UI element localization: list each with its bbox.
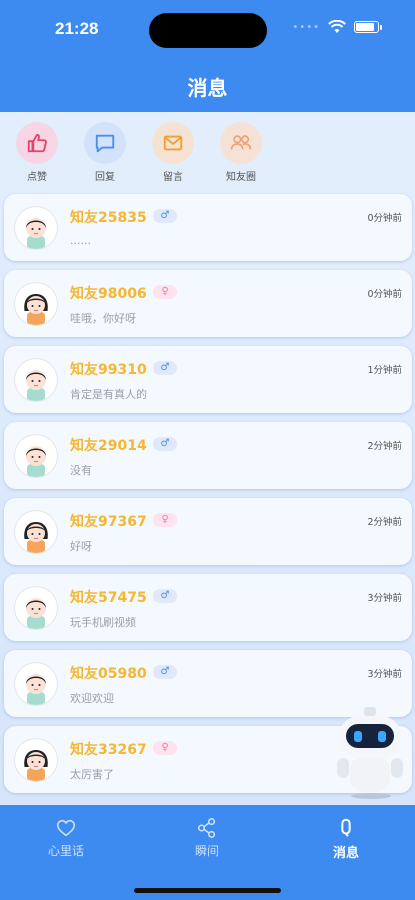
tab-messages[interactable]: 消息 [311,817,381,861]
user-name: 知友29014 [70,438,147,454]
page-title: 消息 [187,76,228,100]
male-icon: ♂ [153,437,177,451]
user-name: 知友33267 [70,742,147,758]
message-preview: 肯定是有真人的 [70,388,147,401]
message-item[interactable]: 知友97367 ♀ 2分钟前 好呀 [4,498,412,565]
user-name: 知友99310 [70,362,147,378]
category-label: 知友圈 [226,172,256,183]
tab-bar: 心里话 瞬间 消息 [0,805,415,900]
avatar[interactable] [15,435,57,477]
message-item[interactable]: 知友98006 ♀ 0分钟前 哇哦，你好呀 [4,270,412,337]
message-page: 点赞 回复 留言 知友圈 知友25835 ♂ 0分钟前 ...... 知友980… [0,112,415,805]
message-time: 3分钟前 [367,669,402,680]
user-name: 知友98006 [70,286,147,302]
dynamic-island [149,13,267,48]
female-icon: ♀ [153,285,177,299]
tab-label: 消息 [332,846,359,861]
avatar[interactable] [15,511,57,553]
message-time: 0分钟前 [367,213,402,224]
user-name: 知友97367 [70,514,147,530]
message-preview: 欢迎欢迎 [70,692,114,705]
message-item[interactable]: 知友99310 ♂ 1分钟前 肯定是有真人的 [4,346,412,413]
avatar[interactable] [15,359,57,401]
user-name: 知友25835 [70,210,147,226]
user-name: 知友05980 [70,666,147,682]
message-preview: 玩手机刷视频 [70,616,136,629]
signal-icon: •••• [292,21,320,33]
wifi-icon [328,20,346,33]
message-item[interactable]: 知友29014 ♂ 2分钟前 没有 [4,422,412,489]
male-icon: ♂ [153,589,177,603]
message-preview: ...... [70,234,91,247]
share-icon [197,818,216,838]
category-label: 留言 [163,172,183,183]
header-bar: 21:28 •••• 消息 [0,0,415,112]
tab-heart-talk[interactable]: 心里话 [31,817,101,859]
message-item[interactable]: 知友25835 ♂ 0分钟前 ...... [4,194,412,261]
category-likes[interactable]: 点赞 [14,122,60,183]
message-preview: 太厉害了 [70,768,114,781]
female-icon: ♀ [153,741,177,755]
message-time: 1分钟前 [367,365,402,376]
tab-label: 瞬间 [194,844,219,858]
user-name: 知友57475 [70,590,147,606]
avatar[interactable] [15,739,57,781]
message-time: 3分钟前 [367,593,402,604]
message-time: 2分钟前 [367,441,402,452]
chat-bubble-icon [84,122,126,164]
group-icon [220,122,262,164]
home-indicator [134,888,281,893]
male-icon: ♂ [153,361,177,375]
category-replies[interactable]: 回复 [82,122,128,183]
message-time: 2分钟前 [367,517,402,528]
heart-outline-icon [56,819,76,837]
female-icon: ♀ [153,513,177,527]
message-preview: 没有 [70,464,92,477]
category-row: 点赞 回复 留言 知友圈 [14,122,264,183]
tab-label: 心里话 [47,844,84,858]
status-time: 21:28 [55,19,99,38]
male-icon: ♂ [153,209,177,223]
category-label: 点赞 [27,172,47,183]
robot-assistant-icon[interactable] [333,700,409,800]
category-friends-circle[interactable]: 知友圈 [218,122,264,183]
thumbs-up-icon [16,122,58,164]
envelope-icon [152,122,194,164]
avatar[interactable] [15,587,57,629]
status-indicators: •••• [292,20,382,34]
category-label: 回复 [95,172,115,183]
category-comments[interactable]: 留言 [150,122,196,183]
message-time: 0分钟前 [367,289,402,300]
message-icon [341,818,351,837]
avatar[interactable] [15,283,57,325]
message-preview: 哇哦，你好呀 [70,312,136,325]
avatar[interactable] [15,207,57,249]
message-item[interactable]: 知友57475 ♂ 3分钟前 玩手机刷视频 [4,574,412,641]
male-icon: ♂ [153,665,177,679]
battery-icon [354,21,382,33]
avatar[interactable] [15,663,57,705]
message-preview: 好呀 [70,540,92,553]
tab-moments[interactable]: 瞬间 [172,817,242,859]
